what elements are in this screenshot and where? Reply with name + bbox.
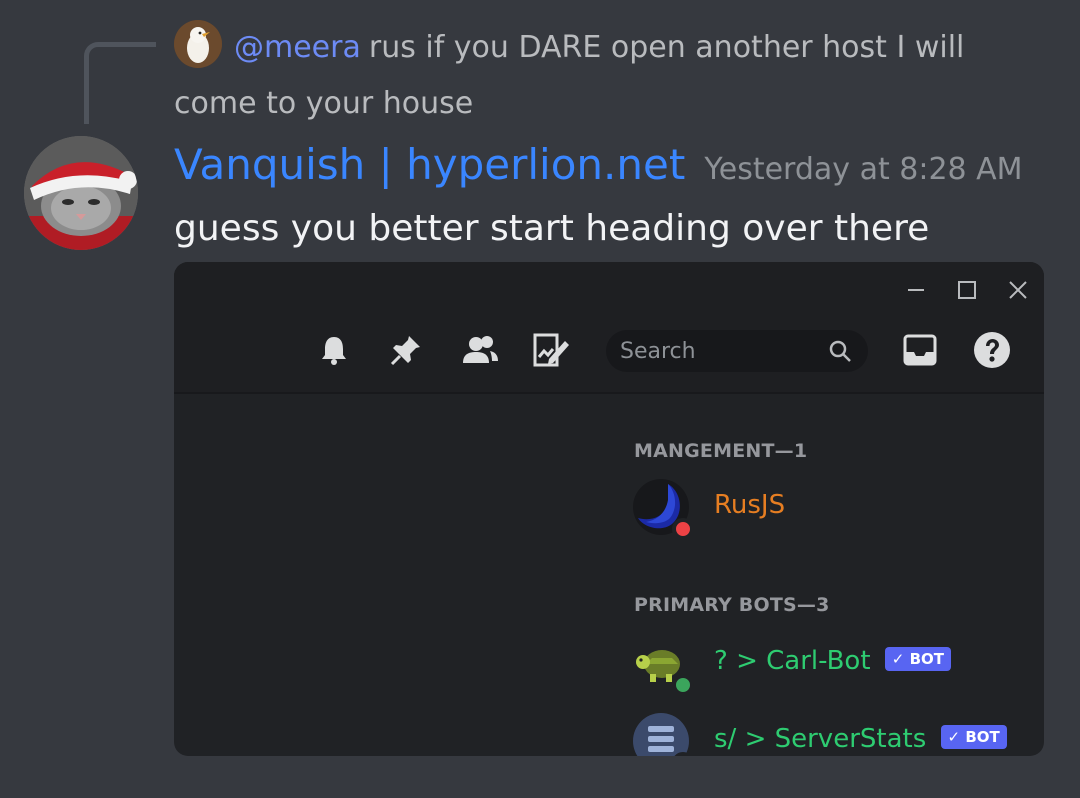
embedded-image[interactable]: MANGEMENT—1 RusJS PRIMARY BOTS—3 — [174, 262, 1044, 756]
turtle-avatar-icon — [632, 634, 694, 696]
member-avatar — [632, 478, 694, 540]
maximize-icon[interactable] — [949, 272, 985, 308]
reply-mention[interactable]: @meera — [234, 30, 361, 65]
help-icon[interactable] — [972, 330, 1012, 370]
members-icon[interactable] — [460, 330, 500, 370]
online-status-icon — [672, 674, 694, 696]
reply-spine — [84, 42, 156, 124]
reply-preview[interactable]: @meera rus if you DARE open another host … — [174, 20, 1034, 132]
author-name[interactable]: Vanquish | hyperlion.net — [174, 140, 685, 189]
threads-icon[interactable] — [532, 330, 572, 370]
member-name: s/ > ServerStats — [714, 724, 927, 754]
embed-titlebar — [174, 262, 1044, 394]
member-name-row: s/ > ServerStats ✓ BOT — [714, 724, 1007, 754]
bot-tag: ✓ BOT — [884, 647, 951, 671]
bot-tag: ✓ BOT — [940, 725, 1007, 749]
close-icon[interactable] — [1000, 272, 1036, 308]
message-content: guess you better start heading over ther… — [174, 208, 930, 249]
search-box[interactable] — [606, 330, 868, 372]
member-serverstats[interactable]: s/ > ServerStats ✓ BOT — [632, 712, 1032, 756]
dnd-status-icon — [672, 518, 694, 540]
minimize-icon[interactable] — [898, 272, 934, 308]
chat-view: @meera rus if you DARE open another host … — [0, 0, 1080, 798]
search-input[interactable] — [620, 334, 820, 368]
author-avatar[interactable] — [24, 136, 138, 250]
reply-avatar[interactable] — [174, 20, 222, 68]
member-name: ? > Carl-Bot — [714, 646, 871, 676]
member-name-row: ? > Carl-Bot ✓ BOT — [714, 646, 951, 676]
member-rusjs[interactable]: RusJS — [632, 478, 1032, 542]
inbox-icon[interactable] — [900, 330, 940, 370]
member-name: RusJS — [714, 490, 786, 520]
section-header-management: MANGEMENT—1 — [634, 440, 808, 462]
bell-icon[interactable] — [314, 330, 354, 370]
section-header-primary-bots: PRIMARY BOTS—3 — [634, 594, 830, 616]
message-header: Vanquish | hyperlion.net Yesterday at 8:… — [174, 140, 1023, 189]
message-timestamp: Yesterday at 8:28 AM — [704, 152, 1023, 187]
member-carl-bot[interactable]: ? > Carl-Bot ✓ BOT — [632, 634, 1032, 698]
pin-icon[interactable] — [386, 330, 426, 370]
search-icon[interactable] — [828, 339, 852, 367]
server-avatar-icon — [632, 712, 694, 756]
